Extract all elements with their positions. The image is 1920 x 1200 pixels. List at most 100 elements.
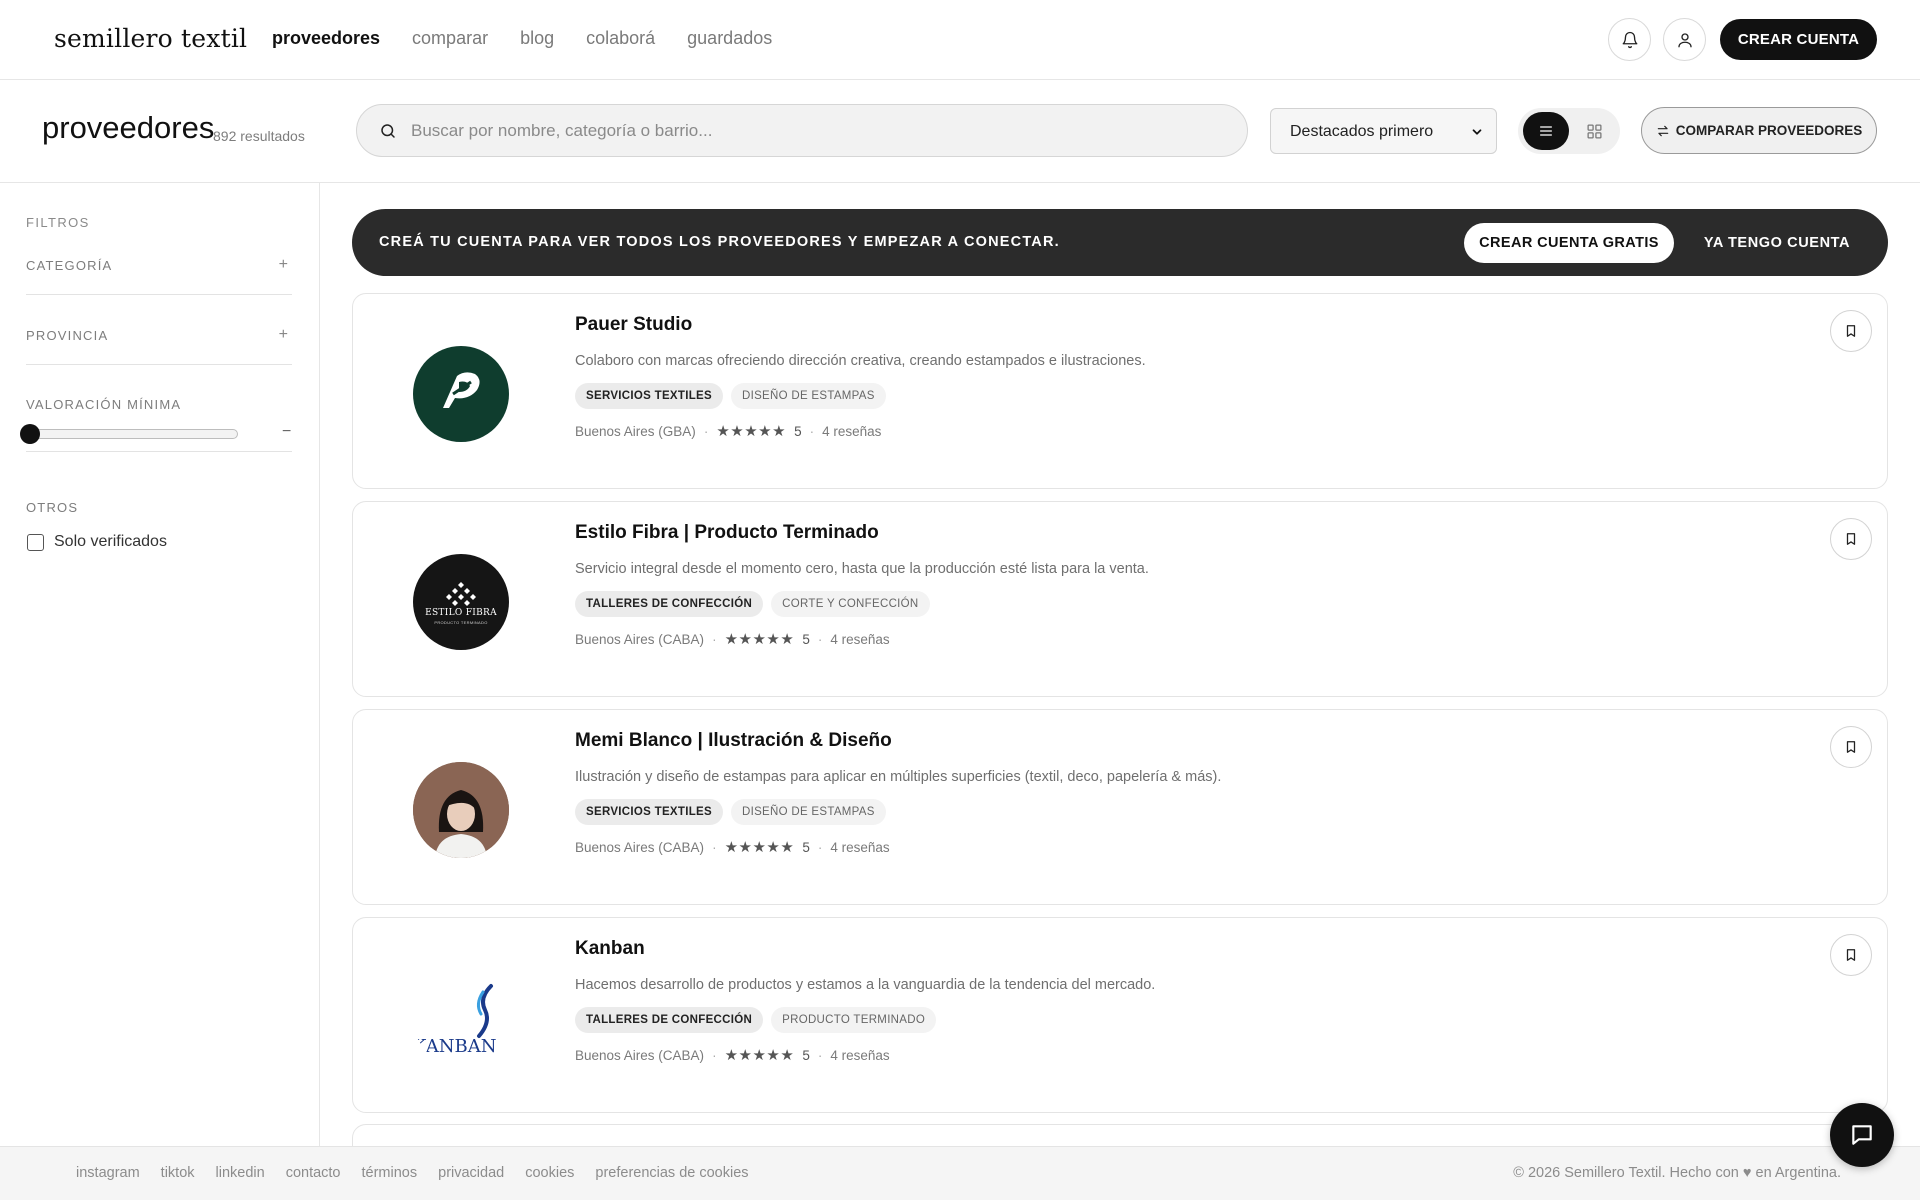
create-free-account-button[interactable]: CREAR CUENTA GRATIS xyxy=(1464,223,1674,263)
search-input[interactable] xyxy=(411,118,1211,144)
provider-rating: 5 xyxy=(802,839,810,855)
provider-tag: DISEÑO DE ESTAMPAS xyxy=(730,383,886,409)
provider-location: Buenos Aires (GBA) xyxy=(575,423,696,439)
filters-sidebar: FILTROS CATEGORÍA + PROVINCIA + VALORACI… xyxy=(0,183,320,1146)
page-header: proveedores 892 resultados Destacados pr… xyxy=(0,80,1920,183)
provider-meta: Buenos Aires (CABA) · ★★★★★ 5 · 4 reseña… xyxy=(575,630,890,648)
divider xyxy=(26,294,292,295)
footer-link-contacto[interactable]: contacto xyxy=(286,1165,341,1181)
list-view-button[interactable] xyxy=(1523,112,1569,150)
divider xyxy=(26,364,292,365)
main-nav: proveedores comparar blog colaborá guard… xyxy=(272,28,772,49)
footer-link-privacidad[interactable]: privacidad xyxy=(438,1165,504,1181)
signup-banner: CREÁ TU CUENTA PARA VER TODOS LOS PROVEE… xyxy=(352,209,1888,276)
separator-dot: · xyxy=(817,839,823,855)
compare-providers-button[interactable]: COMPARAR PROVEEDORES xyxy=(1641,107,1877,154)
chat-icon xyxy=(1852,1125,1872,1145)
provider-reviews: 4 reseñas xyxy=(830,631,890,647)
provider-meta: Buenos Aires (CABA) · ★★★★★ 5 · 4 reseña… xyxy=(575,1046,890,1064)
grid-view-button[interactable] xyxy=(1572,112,1616,150)
have-account-button[interactable]: YA TENGO CUENTA xyxy=(1692,223,1862,263)
provider-reviews: 4 reseñas xyxy=(830,1047,890,1063)
bookmark-button[interactable] xyxy=(1830,726,1872,768)
provider-card[interactable]: KANBAN Kanban Hacemos desarrollo de prod… xyxy=(352,917,1888,1113)
sort-select[interactable]: Destacados primero xyxy=(1270,108,1497,154)
footer-links: instagram tiktok linkedin contacto térmi… xyxy=(76,1165,749,1181)
nav-link-proveedores[interactable]: proveedores xyxy=(272,28,380,49)
checkbox-box[interactable] xyxy=(27,533,44,551)
estilo-fibra-logo-text: ESTILO FIBRA xyxy=(425,608,497,618)
bell-icon xyxy=(1622,31,1637,48)
view-toggle xyxy=(1518,108,1620,154)
search-bar[interactable] xyxy=(356,104,1248,157)
provider-tag: SERVICIOS TEXTILES xyxy=(575,383,723,409)
account-button[interactable] xyxy=(1663,18,1706,61)
nav-link-guardados[interactable]: guardados xyxy=(687,28,772,49)
provider-card[interactable]: ESTILO FIBRA PRODUCTO TERMINADO Estilo F… xyxy=(352,501,1888,697)
bookmark-button[interactable] xyxy=(1830,934,1872,976)
create-account-button[interactable]: CREAR CUENTA xyxy=(1720,19,1877,60)
rating-slider-handle[interactable] xyxy=(20,424,40,444)
list-view-icon xyxy=(1540,126,1552,136)
nav-link-blog[interactable]: blog xyxy=(520,28,554,49)
provider-card[interactable]: Pauer Studio Colaboro con marcas ofrecie… xyxy=(352,293,1888,489)
provider-tags: SERVICIOS TEXTILES DISEÑO DE ESTAMPAS xyxy=(575,799,886,825)
footer-link-terminos[interactable]: términos xyxy=(362,1165,418,1181)
chevron-down-icon xyxy=(1472,129,1482,135)
minus-icon[interactable]: − xyxy=(282,423,291,441)
footer-link-cookie-preferences[interactable]: preferencias de cookies xyxy=(595,1165,748,1181)
provider-name[interactable]: Estilo Fibra | Producto Terminado xyxy=(575,522,879,544)
provider-tag: TALLERES DE CONFECCIÓN xyxy=(575,1007,764,1033)
kanban-logo-text: KANBAN xyxy=(413,1036,497,1057)
footer-link-tiktok[interactable]: tiktok xyxy=(161,1165,195,1181)
filter-province-label: PROVINCIA xyxy=(26,328,109,343)
arrows-exchange-icon xyxy=(1657,125,1668,136)
provider-name[interactable]: Pauer Studio xyxy=(575,314,692,336)
separator-dot: · xyxy=(817,1047,823,1063)
estilo-fibra-logo-subtext: PRODUCTO TERMINADO xyxy=(434,620,488,625)
filter-category[interactable]: CATEGORÍA + xyxy=(26,256,292,295)
star-rating-icon: ★★★★★ xyxy=(724,1047,795,1064)
banner-text: CREÁ TU CUENTA PARA VER TODOS LOS PROVEE… xyxy=(379,234,1060,250)
separator-dot: · xyxy=(817,631,823,647)
nav-link-comparar[interactable]: comparar xyxy=(412,28,488,49)
page-title: proveedores xyxy=(42,110,215,145)
plus-icon[interactable]: + xyxy=(279,326,288,344)
plus-icon[interactable]: + xyxy=(279,256,288,274)
provider-name[interactable]: Kanban xyxy=(575,938,645,960)
provider-tag: TALLERES DE CONFECCIÓN xyxy=(575,591,764,617)
provider-location: Buenos Aires (CABA) xyxy=(575,1047,705,1063)
rating-slider[interactable] xyxy=(20,424,238,444)
site-logo[interactable]: semillero textil xyxy=(54,24,247,53)
footer-link-instagram[interactable]: instagram xyxy=(76,1165,140,1181)
separator-dot: · xyxy=(712,631,717,647)
bookmark-button[interactable] xyxy=(1830,518,1872,560)
footer: instagram tiktok linkedin contacto térmi… xyxy=(0,1146,1920,1200)
provider-card[interactable]: Memi Blanco | Ilustración & Diseño Ilust… xyxy=(352,709,1888,905)
footer-link-cookies[interactable]: cookies xyxy=(525,1165,574,1181)
results-count: 892 resultados xyxy=(213,128,305,144)
separator-dot: · xyxy=(703,423,709,439)
filter-others: OTROS xyxy=(26,500,292,515)
top-navigation: semillero textil proveedores comparar bl… xyxy=(0,0,1920,80)
bookmark-button[interactable] xyxy=(1830,310,1872,352)
provider-tags: SERVICIOS TEXTILES DISEÑO DE ESTAMPAS xyxy=(575,383,886,409)
filter-rating-label: VALORACIÓN MÍNIMA xyxy=(26,397,182,412)
footer-link-linkedin[interactable]: linkedin xyxy=(216,1165,265,1181)
provider-tag: SERVICIOS TEXTILES xyxy=(575,799,723,825)
provider-name[interactable]: Memi Blanco | Ilustración & Diseño xyxy=(575,730,892,752)
verified-only-checkbox[interactable]: Solo verificados xyxy=(27,533,167,551)
bookmark-icon xyxy=(1846,325,1856,337)
bookmark-icon xyxy=(1846,949,1856,961)
provider-location: Buenos Aires (CABA) xyxy=(575,631,705,647)
grid-view-icon xyxy=(1586,123,1602,139)
portrait-photo-icon xyxy=(413,762,509,858)
filter-category-label: CATEGORÍA xyxy=(26,258,113,273)
provider-tags: TALLERES DE CONFECCIÓN PRODUCTO TERMINAD… xyxy=(575,1007,937,1033)
chat-button[interactable] xyxy=(1830,1103,1894,1167)
filter-province[interactable]: PROVINCIA + xyxy=(26,326,292,365)
provider-rating: 5 xyxy=(802,631,810,647)
user-icon xyxy=(1677,32,1692,47)
nav-link-colabora[interactable]: colaborá xyxy=(586,28,655,49)
notifications-button[interactable] xyxy=(1608,18,1651,61)
